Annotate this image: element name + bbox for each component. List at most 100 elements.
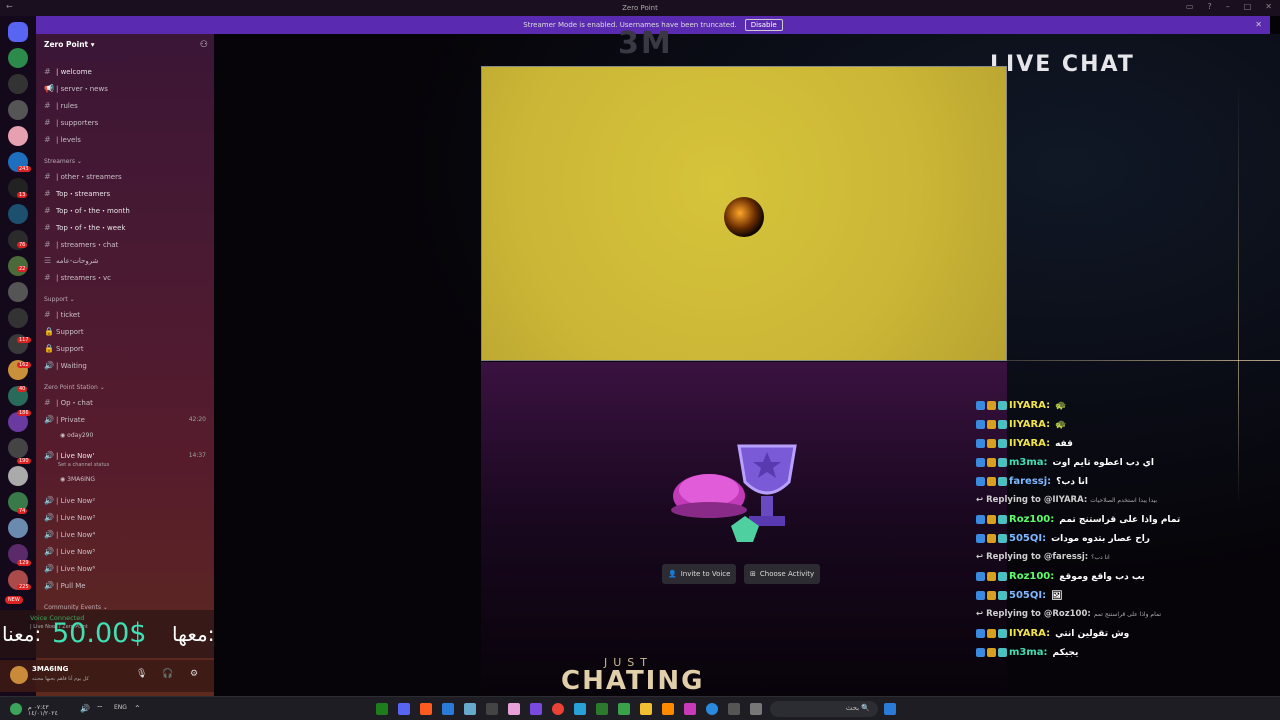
app-icon[interactable]: [464, 703, 476, 715]
headphones-icon[interactable]: 🎧: [162, 669, 173, 679]
scene-title: CHATING: [561, 666, 705, 696]
xbox-icon[interactable]: [376, 703, 388, 715]
video-tile[interactable]: [481, 66, 1007, 361]
help-icon[interactable]: ?: [1207, 2, 1211, 11]
speaker-icon: 🔊: [44, 415, 54, 424]
invite-to-voice-button[interactable]: 👤 Invite to Voice: [662, 564, 737, 584]
add-member-icon[interactable]: ⚇: [200, 40, 208, 50]
maximize-button[interactable]: □: [1244, 2, 1252, 11]
choose-activity-button[interactable]: ⊞ Choose Activity: [744, 564, 821, 584]
app-icon[interactable]: [574, 703, 586, 715]
app-icon[interactable]: [728, 703, 740, 715]
gear-icon[interactable]: ⚙: [190, 669, 198, 679]
channel-top-month[interactable]: # Top・of・the・month: [44, 206, 130, 216]
channel-ticket[interactable]: # | ticket: [44, 310, 80, 319]
channel-welcome[interactable]: # | welcome: [44, 67, 92, 76]
chat-message: IIYARA: وش تقولين انتي: [976, 628, 1129, 639]
channel-live-now-5[interactable]: 🔊 | Live Now⁵: [44, 547, 95, 556]
channel-live-now-3[interactable]: 🔊 | Live Now³: [44, 513, 95, 522]
username[interactable]: 3MA6ING: [32, 665, 68, 673]
category-station[interactable]: Zero Point Station ⌄: [44, 384, 105, 391]
channel-op-chat[interactable]: # | Op・chat: [44, 398, 93, 408]
voice-user[interactable]: ◉ oday290: [60, 432, 93, 439]
discord-app-icon[interactable]: [398, 703, 410, 715]
channel-arabic[interactable]: ☰ شروحات-عامه: [44, 256, 99, 265]
chat-message: 505QI: راح عصار بتدوه مودات: [976, 533, 1150, 544]
minimize-button[interactable]: –: [1226, 2, 1230, 11]
channel-streamers-chat[interactable]: # | streamers・chat: [44, 240, 118, 250]
server-icon[interactable]: [8, 100, 28, 120]
hash-icon: #: [44, 67, 51, 76]
app-icon[interactable]: [442, 703, 454, 715]
mention-badge: 117: [17, 337, 31, 343]
chat-username: Roz100:: [1009, 514, 1055, 525]
inbox-icon[interactable]: ▭: [1186, 2, 1194, 11]
channel-support-voice-2[interactable]: 🔒 Support: [44, 344, 84, 353]
channel-top-streamers[interactable]: # Top・streamers: [44, 189, 110, 199]
chat-badge-icon: [976, 515, 985, 524]
channel-other-streamers[interactable]: # | other・streamers: [44, 172, 122, 182]
channel-rules[interactable]: # | rules: [44, 101, 78, 110]
category-streamers[interactable]: Streamers ⌄: [44, 158, 82, 165]
app-icon[interactable]: [750, 703, 762, 715]
app-icon[interactable]: [530, 703, 542, 715]
file-explorer-icon[interactable]: [640, 703, 652, 715]
channel-waiting[interactable]: 🔊 | Waiting: [44, 361, 87, 370]
stream-stage: 3M LIVE CHAT 👤 Invite to Voice ⊞ Choose Ac…: [214, 26, 1280, 696]
language-indicator[interactable]: ENG: [114, 704, 127, 711]
channel-live-now-6[interactable]: 🔊 | Live Now⁶: [44, 564, 95, 573]
channel-support-voice[interactable]: 🔒 Support: [44, 327, 84, 336]
voice-user[interactable]: ◉ 3MA6ING: [60, 476, 95, 483]
channel-private[interactable]: 🔊 | Private: [44, 415, 85, 424]
channel-live-now-4[interactable]: 🔊 | Live Now⁴: [44, 530, 95, 539]
app-icon[interactable]: [508, 703, 520, 715]
home-discord-icon[interactable]: [8, 22, 28, 42]
category-support[interactable]: Support ⌄: [44, 296, 75, 303]
server-icon[interactable]: [8, 466, 28, 486]
server-icon[interactable]: [8, 48, 28, 68]
channel-live-now-2[interactable]: 🔊 | Live Now²: [44, 496, 95, 505]
taskbar-search[interactable]: بحث 🔍: [770, 701, 878, 717]
channel-top-week[interactable]: # Top・of・the・week: [44, 223, 125, 233]
server-name[interactable]: Zero Point ▾: [44, 40, 95, 49]
speaker-icon[interactable]: 🔊: [80, 704, 90, 713]
channel-streamers-vc[interactable]: # | streamers・vc: [44, 273, 111, 283]
back-arrow-icon[interactable]: ←: [6, 2, 13, 11]
chat-username: 505QI:: [1009, 590, 1047, 601]
chrome-icon[interactable]: [552, 703, 564, 715]
channel-supporters[interactable]: # | supporters: [44, 118, 98, 127]
chat-text: قفه: [1055, 438, 1073, 449]
windows-start-icon[interactable]: [884, 703, 896, 715]
chevron-up-icon[interactable]: ⌃: [134, 704, 141, 713]
app-icon[interactable]: [662, 703, 674, 715]
avatar[interactable]: [10, 666, 28, 684]
brave-icon[interactable]: [420, 703, 432, 715]
server-icon[interactable]: [8, 204, 28, 224]
server-icon[interactable]: [8, 74, 28, 94]
discord-tray-icon[interactable]: [10, 703, 22, 715]
channel-live-now[interactable]: 🔊 | Live Now': [44, 451, 94, 460]
server-icon[interactable]: [8, 282, 28, 302]
close-window-button[interactable]: ✕: [1265, 2, 1272, 11]
chat-badge-icon: [976, 401, 985, 410]
app-icon[interactable]: [684, 703, 696, 715]
channel-server-news[interactable]: 📢 | server・news: [44, 84, 108, 94]
disable-streamer-mode-button[interactable]: Disable: [744, 19, 783, 31]
server-icon[interactable]: [8, 126, 28, 146]
microphone-icon[interactable]: 🎙: [136, 669, 147, 679]
reply-arrow-icon: ↩: [976, 609, 984, 619]
server-icon[interactable]: [8, 308, 28, 328]
wifi-icon[interactable]: ⌔: [96, 704, 104, 714]
app-icon[interactable]: [618, 703, 630, 715]
channel-status[interactable]: Set a channel status: [58, 462, 109, 468]
chat-badge-icon: [998, 648, 1007, 657]
server-icon[interactable]: [8, 518, 28, 538]
channel-levels[interactable]: # | levels: [44, 135, 81, 144]
close-banner-icon[interactable]: ✕: [1255, 20, 1262, 29]
channel-pull-me[interactable]: 🔊 | Pull Me: [44, 581, 86, 590]
excel-icon[interactable]: [596, 703, 608, 715]
app-icon[interactable]: [486, 703, 498, 715]
edge-icon[interactable]: [706, 703, 718, 715]
chat-badge-icon: [987, 420, 996, 429]
server-icon[interactable]: [8, 438, 28, 458]
